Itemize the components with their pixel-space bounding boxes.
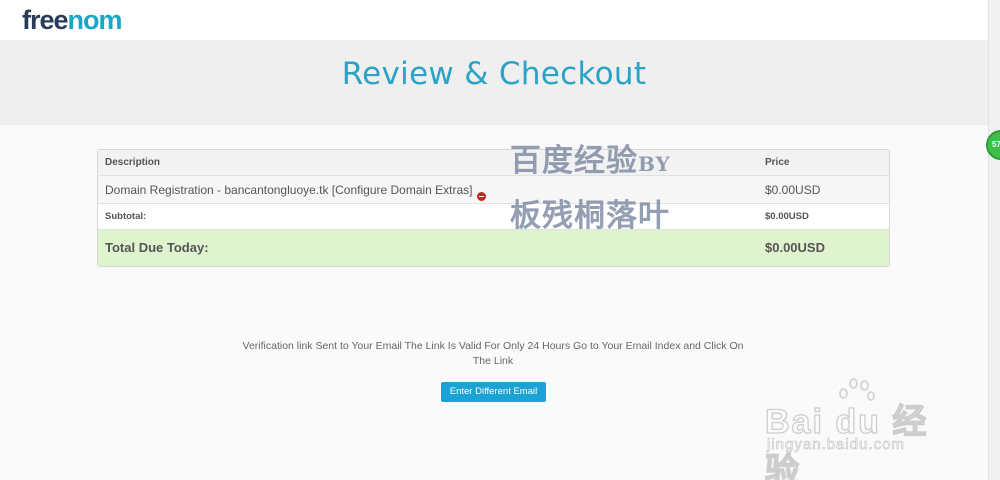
- watermark-by: BY: [638, 152, 671, 176]
- subtotal-value: $0.00USD: [765, 211, 809, 222]
- item-price: $0.00USD: [765, 183, 821, 197]
- watermark-line1-text: 百度经验: [510, 143, 638, 179]
- total-label: Total Due Today:: [105, 240, 209, 255]
- table-row: Domain Registration - bancantongluoye.tk…: [98, 176, 889, 204]
- total-row: Total Due Today: $0.00USD: [98, 230, 889, 266]
- baidu-url: jingyan.baidu.com: [767, 436, 905, 454]
- remove-icon[interactable]: [476, 192, 486, 201]
- subtotal-row: Subtotal: $0.00USD: [98, 204, 889, 230]
- total-value: $0.00USD: [765, 240, 825, 255]
- watermark-line2: 板残桐落叶: [510, 198, 670, 234]
- table-header-row: Description Price: [98, 150, 889, 176]
- scrollbar[interactable]: [988, 0, 1000, 480]
- baidu-watermark: Bai du 经验 jingyan.baidu.com: [764, 378, 955, 480]
- watermark-line1: 百度经验BY: [510, 135, 671, 180]
- page-header: Review & Checkout: [0, 40, 988, 125]
- item-description: Domain Registration - bancantongluoye.tk…: [105, 183, 486, 201]
- cart-table: Description Price Domain Registration - …: [97, 149, 890, 267]
- item-description-text[interactable]: Domain Registration - bancantongluoye.tk…: [105, 183, 473, 197]
- page-title: Review & Checkout: [341, 56, 647, 92]
- verification-message: Verification link Sent to Your Email The…: [242, 340, 744, 367]
- subtotal-label: Subtotal:: [105, 211, 147, 222]
- top-bar: freenom: [0, 0, 988, 40]
- enter-different-email-button[interactable]: Enter Different Email: [441, 382, 546, 402]
- description-header: Description: [105, 157, 161, 168]
- freenom-logo[interactable]: freenom: [22, 4, 123, 36]
- price-header: Price: [765, 157, 790, 168]
